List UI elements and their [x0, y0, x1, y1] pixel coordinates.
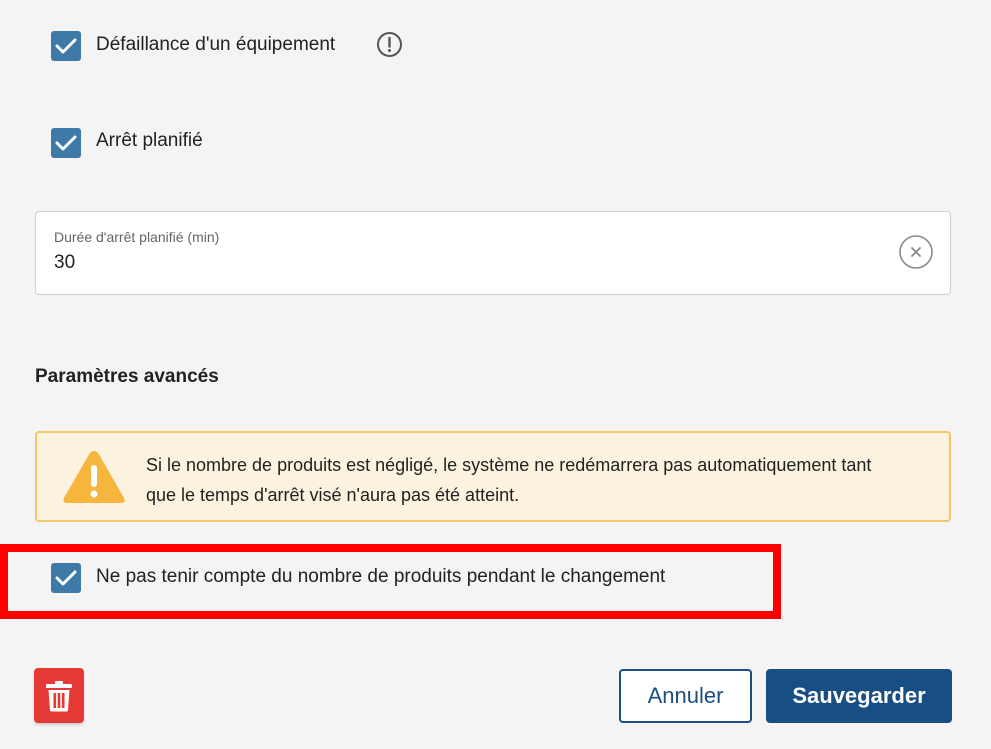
- checkmark-icon: [55, 135, 77, 151]
- ignore-product-count-label: Ne pas tenir compte du nombre de produit…: [96, 566, 666, 587]
- info-circle-icon[interactable]: [376, 31, 403, 58]
- trash-icon: [46, 680, 72, 711]
- planned-stop-label: Arrêt planifié: [96, 130, 203, 151]
- delete-button[interactable]: [34, 668, 84, 723]
- equipment-failure-checkbox[interactable]: [51, 31, 81, 61]
- save-button[interactable]: Sauvegarder: [766, 669, 952, 723]
- cancel-button[interactable]: Annuler: [619, 669, 752, 723]
- checkmark-icon: [55, 570, 77, 586]
- planned-stop-checkbox[interactable]: [51, 128, 81, 158]
- equipment-failure-label: Défaillance d'un équipement: [96, 34, 336, 55]
- warning-banner: Si le nombre de produits est négligé, le…: [35, 431, 951, 522]
- duration-input[interactable]: [54, 252, 654, 274]
- checkmark-icon: [55, 38, 77, 54]
- advanced-settings-title: Paramètres avancés: [35, 366, 219, 387]
- clear-circle-icon[interactable]: [898, 234, 934, 270]
- duration-field-label: Durée d'arrêt planifié (min): [54, 229, 220, 245]
- ignore-product-count-checkbox[interactable]: [51, 563, 81, 593]
- warning-triangle-icon: [63, 451, 125, 503]
- warning-text: Si le nombre de produits est négligé, le…: [146, 455, 872, 505]
- planned-stop-duration-field[interactable]: Durée d'arrêt planifié (min): [35, 211, 951, 295]
